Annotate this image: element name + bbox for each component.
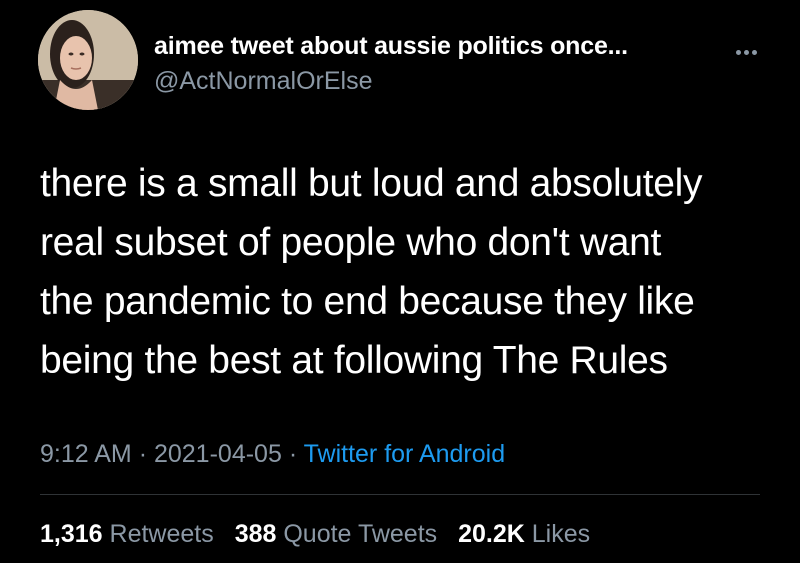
profile-photo-icon: [38, 10, 138, 110]
avatar[interactable]: [38, 10, 138, 110]
retweets-stat[interactable]: 1,316 Retweets: [40, 520, 214, 548]
likes-stat[interactable]: 20.2K Likes: [458, 520, 590, 548]
tweet-header: aimee tweet about aussie politics once..…: [38, 10, 778, 114]
tweet-stats: 1,316 Retweets 388 Quote Tweets 20.2K Li…: [40, 520, 604, 549]
separator-dot: ·: [138, 440, 154, 468]
quotes-stat[interactable]: 388 Quote Tweets: [235, 520, 437, 548]
tweet-source[interactable]: Twitter for Android: [304, 440, 505, 468]
tweet-text-line: the pandemic to end because they like: [40, 280, 695, 323]
tweet-text-line: real subset of people who don't want: [40, 221, 662, 264]
tweet-date[interactable]: 2021-04-05: [154, 440, 282, 468]
separator-dot: ·: [288, 440, 304, 468]
tweet-time[interactable]: 9:12 AM: [40, 440, 132, 468]
retweets-label: Retweets: [109, 520, 214, 548]
author-names[interactable]: aimee tweet about aussie politics once..…: [154, 32, 628, 96]
display-name[interactable]: aimee tweet about aussie politics once..…: [154, 32, 628, 61]
quotes-count: 388: [234, 520, 277, 548]
quotes-label: Quote Tweets: [283, 520, 438, 548]
user-handle[interactable]: @ActNormalOrElse: [154, 67, 628, 96]
more-options-icon[interactable]: [736, 42, 766, 58]
tweet-meta: 9:12 AM · 2021-04-05 · Twitter for Andro…: [40, 440, 505, 469]
retweets-count: 1,316: [40, 520, 103, 548]
tweet-text-line: being the best at following The Rules: [40, 339, 668, 382]
divider: [40, 494, 760, 495]
likes-label: Likes: [531, 520, 591, 548]
likes-count: 20.2K: [458, 520, 525, 548]
tweet-text: there is a small but loud and absolutely…: [40, 154, 760, 390]
tweet-text-line: there is a small but loud and absolutely: [40, 162, 703, 205]
